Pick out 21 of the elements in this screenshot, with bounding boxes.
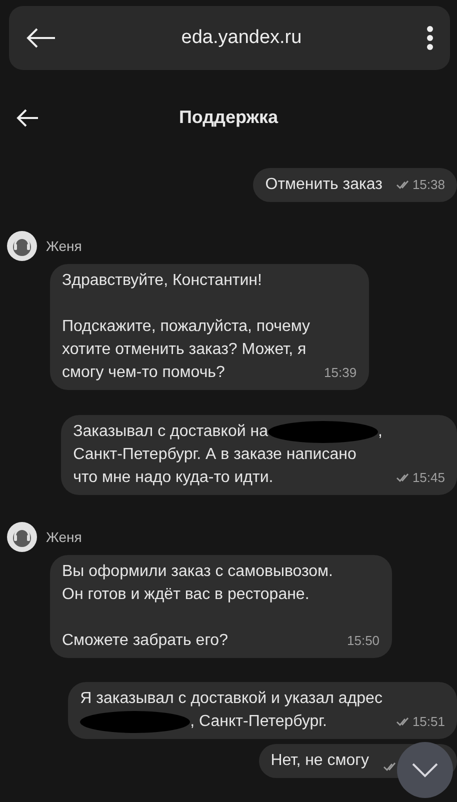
back-icon[interactable]: [25, 27, 57, 49]
back-icon[interactable]: [16, 108, 40, 128]
message-time: 15:50: [347, 632, 380, 650]
sender-name: Женя: [46, 239, 82, 253]
url-text[interactable]: eda.yandex.ru: [181, 26, 302, 48]
chat-title: Поддержка: [178, 107, 278, 127]
support-avatar-icon: [6, 521, 38, 553]
message-text: Отменить заказ: [265, 175, 382, 195]
message-time: 15:45: [412, 469, 445, 487]
support-avatar-icon: [6, 230, 38, 262]
message-text: Здравствуйте, Константин! Подскажите, пожалуйста, почему хотите отменить заказ? Может, я смогу чем-то помочь?: [62, 271, 310, 383]
chevron-down-icon: [411, 762, 439, 778]
message-time: 15:38: [412, 176, 445, 194]
message-text: Я заказывал с доставкой и указал адрес , Санкт-Петербург.: [80, 687, 382, 733]
message-time: 15:51: [412, 713, 445, 731]
more-icon[interactable]: [426, 25, 434, 51]
message-text: Вы оформили заказ с самовывозом. Он готов и ждёт вас в ресторане. Сможете забрать его?: [62, 562, 333, 651]
message-text: Заказывал с доставкой на , Санкт-Петербург. А в заказе написано что мне надо куда-то идти.: [73, 420, 382, 489]
sender-name: Женя: [46, 530, 82, 544]
message-text: Нет, не смогу: [270, 751, 369, 771]
message-time: 15:39: [324, 364, 357, 382]
